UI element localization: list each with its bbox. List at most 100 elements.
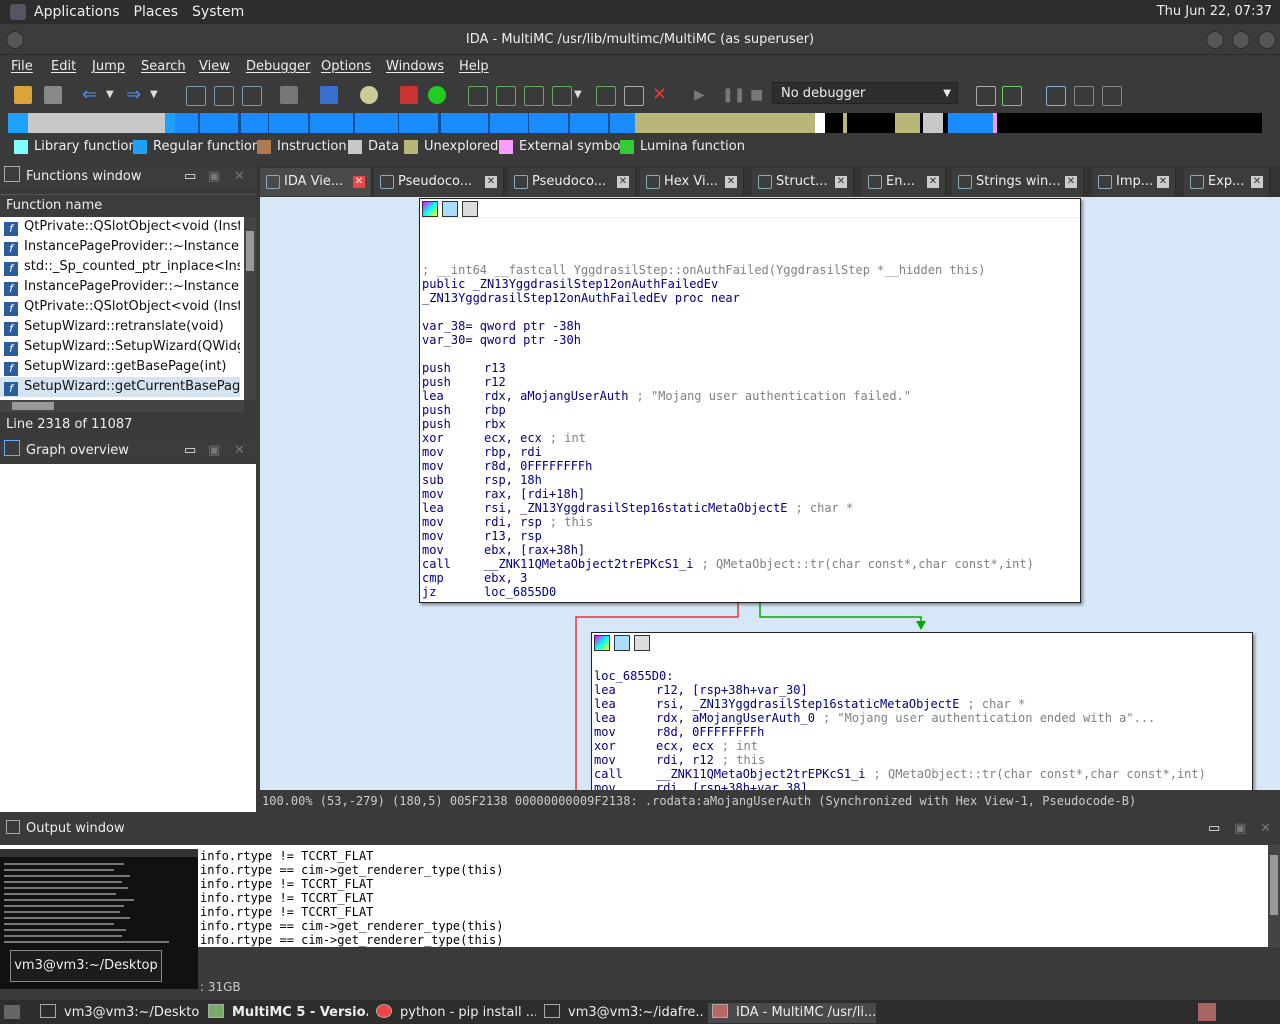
array-dropdown-icon[interactable]: ▼ [574, 86, 592, 104]
function-name-column-header[interactable]: Function name [0, 194, 256, 217]
maximize-button[interactable] [1232, 31, 1250, 49]
cursor-icon[interactable] [320, 86, 338, 104]
list-item[interactable]: f std::_Sp_counted_ptr_inplace<Instan [0, 257, 240, 277]
tree-icon[interactable] [1074, 86, 1094, 106]
list-item-selected[interactable]: f SetupWizard::getCurrentBasePage(vo [0, 377, 240, 397]
list-item[interactable]: f SetupWizard::getBasePage(int) [0, 357, 240, 377]
applications-menu[interactable]: Applications [34, 4, 120, 20]
asm-line[interactable]: lea rdx, aMojangUserAuth ; "Mojang user au… [422, 389, 911, 403]
plugin-icon[interactable] [280, 86, 298, 104]
panel-minimize-icon[interactable]: ▭ [1208, 818, 1220, 840]
apps-icon[interactable] [10, 4, 26, 20]
asm-line[interactable]: mov rdi, rsp ; this [422, 515, 593, 529]
close-icon[interactable]: ✕ [927, 176, 939, 188]
asm-line[interactable]: push r13 [422, 361, 506, 375]
asm-line[interactable]: cmp ebx, 3 [422, 571, 527, 585]
close-icon[interactable]: ✕ [485, 176, 497, 188]
asm-line[interactable]: xor ecx, ecx ; int [594, 739, 758, 753]
close-icon[interactable]: ✕ [725, 176, 737, 188]
menu-file[interactable]: File [11, 59, 33, 74]
close-icon[interactable]: ✕ [835, 176, 847, 188]
bin-text-icon[interactable] [186, 86, 206, 106]
asm-line[interactable]: jz loc_6855D0 [422, 585, 556, 599]
debug-tool-icon[interactable] [976, 86, 996, 106]
open-icon[interactable] [14, 86, 32, 104]
asm-line[interactable]: mov rdi, [rsp+38h+var_38] [594, 781, 808, 790]
edit-icon[interactable] [624, 86, 644, 106]
panel-minimize-icon[interactable]: ▭ [184, 166, 196, 188]
navigation-band[interactable] [8, 113, 1262, 133]
asm-line[interactable]: call __ZNK11QMetaObject2trEPKcS1_i ; QMeta… [594, 767, 1206, 781]
code-block-main[interactable]: ; __int64 __fastcall YggdrasilStep::onAu… [419, 198, 1081, 603]
panel-close-icon[interactable]: ✕ [234, 440, 245, 462]
asm-line[interactable]: mov rbp, rdi [422, 445, 542, 459]
refresh-icon[interactable] [1002, 86, 1022, 106]
close-icon[interactable]: ✕ [1157, 176, 1169, 188]
asm-line[interactable]: mov ebx, [rax+38h] [422, 543, 585, 557]
tab-pseudocode-2[interactable]: Pseudoco... ✕ [508, 168, 636, 196]
graph-view[interactable]: ; __int64 __fastcall YggdrasilStep::onAu… [260, 197, 1280, 790]
output-vscrollbar[interactable] [1268, 845, 1280, 947]
add-array-icon[interactable] [552, 86, 572, 106]
asm-line[interactable]: push rbx [422, 417, 506, 431]
panel-float-icon[interactable]: ▣ [208, 440, 220, 462]
asm-line[interactable]: push rbp [422, 403, 506, 417]
pause-debug-icon[interactable]: ❚❚ [722, 86, 745, 104]
tab-exports[interactable]: Exp... ✕ [1184, 168, 1270, 196]
show-desktop-icon[interactable] [4, 1005, 20, 1019]
scroll-thumb[interactable] [1270, 855, 1278, 915]
menu-help[interactable]: Help [459, 59, 489, 74]
asm-line[interactable]: lea r12, [rsp+38h+var_30] [594, 683, 808, 697]
task-ida[interactable]: IDA - MultiMC /usr/li... [708, 1003, 876, 1023]
layout-icon[interactable] [1046, 86, 1066, 106]
list-item[interactable]: f InstancePageProvider::~InstancePage [0, 277, 240, 297]
add-string-icon[interactable] [524, 86, 544, 106]
minimize-button[interactable] [1206, 31, 1224, 49]
list-item[interactable]: f QtPrivate::QSlotObject<void (Instance [0, 297, 240, 317]
panel-minimize-icon[interactable]: ▭ [184, 440, 196, 462]
tab-pseudocode-1[interactable]: Pseudoco... ✕ [374, 168, 504, 196]
add-struct-icon[interactable] [596, 86, 616, 106]
asm-line[interactable]: call __ZNK11QMetaObject2trEPKcS1_i ; QMeta… [422, 557, 1034, 571]
close-icon[interactable]: ✕ [1065, 176, 1077, 188]
start-debug-icon[interactable]: ▶ [694, 86, 712, 104]
list-item[interactable]: f QtPrivate::QSlotObject<void (Instance [0, 217, 240, 237]
graph-overview-canvas[interactable] [0, 464, 256, 812]
asm-line[interactable]: lea rsi, _ZN13YggdrasilStep16staticMetaOb… [594, 697, 1025, 711]
tab-ida-view[interactable]: IDA Vie... ✕ [260, 168, 372, 196]
asm-line[interactable]: mov r8d, 0FFFFFFFFh [422, 459, 592, 473]
tab-hex-view[interactable]: Hex Vi... ✕ [640, 168, 744, 196]
scroll-thumb[interactable] [246, 231, 254, 271]
seq-icon[interactable] [242, 86, 262, 106]
group-node-icon[interactable] [462, 201, 478, 217]
group-node-icon[interactable] [634, 635, 650, 651]
list-item[interactable]: f SetupWizard::retranslate(void) [0, 317, 240, 337]
graph-icon[interactable] [1102, 86, 1122, 106]
debugger-select[interactable]: No debugger ▼ [772, 82, 958, 104]
tab-imports[interactable]: Imp... ✕ [1092, 168, 1176, 196]
asm-line[interactable]: mov r8d, 0FFFFFFFFh [594, 725, 764, 739]
tab-enums[interactable]: En... ✕ [862, 168, 946, 196]
close-icon[interactable]: ✕ [617, 176, 629, 188]
task-multimc[interactable]: MultiMC 5 - Versio... [208, 1003, 368, 1023]
menu-search[interactable]: Search [141, 59, 186, 74]
back-icon[interactable]: ⇐ [82, 86, 100, 104]
asm-line[interactable]: xor ecx, ecx ; int [422, 431, 586, 445]
panel-float-icon[interactable]: ▣ [208, 166, 220, 188]
forward-dropdown-icon[interactable]: ▼ [150, 86, 168, 104]
clock[interactable]: Thu Jun 22, 07:37 [1157, 4, 1272, 19]
menu-jump[interactable]: Jump [92, 59, 125, 74]
add-code-icon[interactable] [468, 86, 488, 106]
task-terminal-desktop[interactable]: vm3@vm3:~/Desktop [40, 1003, 200, 1023]
function-list-vscrollbar[interactable] [244, 217, 256, 400]
asm-line[interactable]: sub rsp, 18h [422, 473, 542, 487]
warning-icon[interactable] [400, 86, 418, 104]
edit-node-icon[interactable] [614, 635, 630, 651]
text-icon[interactable] [214, 86, 234, 106]
asm-line[interactable]: lea rsi, _ZN13YggdrasilStep16staticMetaOb… [422, 501, 853, 515]
close-icon[interactable]: ✕ [353, 176, 365, 188]
task-terminal-idafree[interactable]: vm3@vm3:~/idafre... [544, 1003, 704, 1023]
places-menu[interactable]: Places [134, 4, 179, 20]
run-icon[interactable] [428, 86, 446, 104]
menu-options[interactable]: Options [321, 59, 371, 74]
